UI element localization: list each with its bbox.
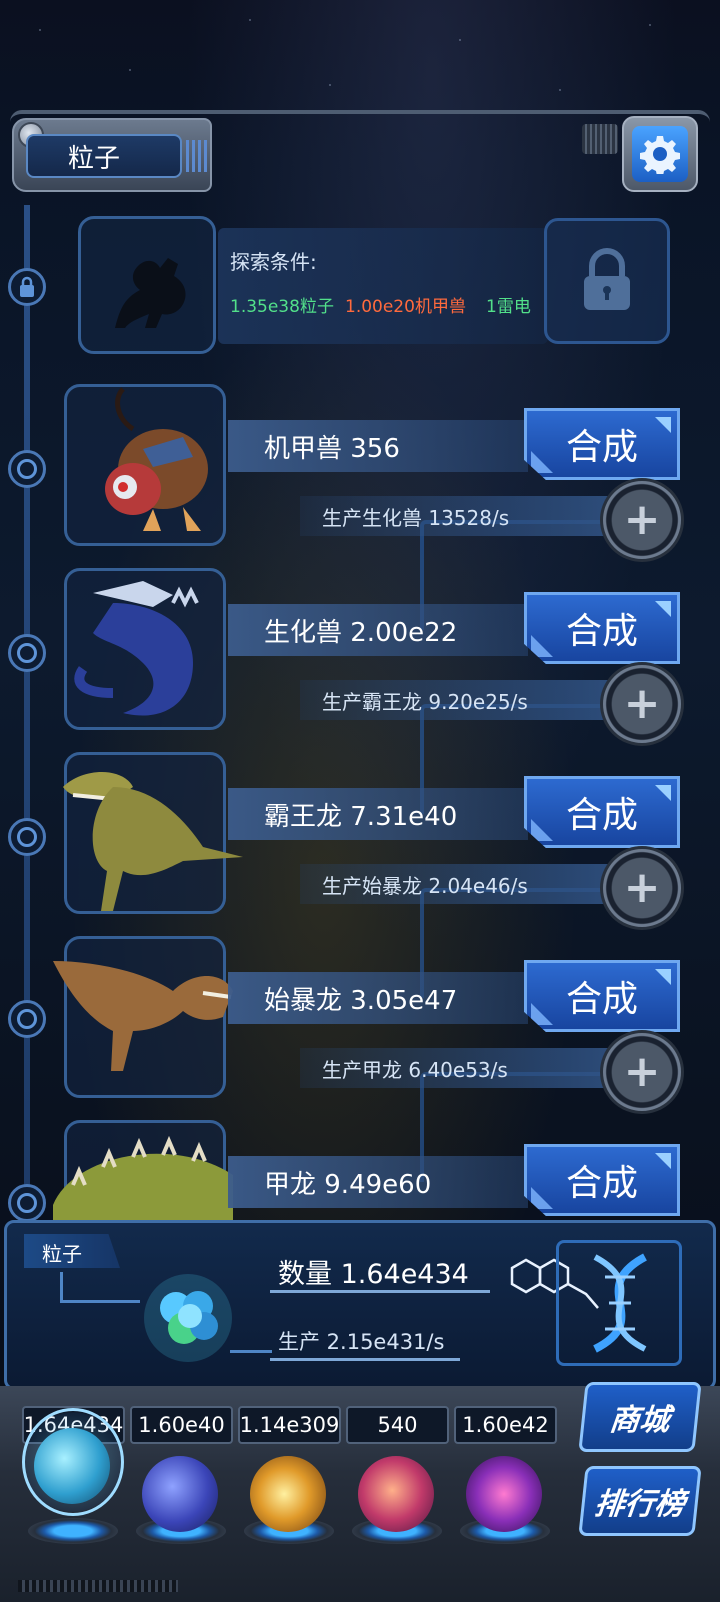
underline-decoration bbox=[270, 1358, 460, 1361]
daspletosaurus-portrait bbox=[53, 936, 233, 1098]
circuit-decoration bbox=[60, 1272, 63, 1302]
bio-beast-icon bbox=[74, 581, 199, 716]
synthesize-button-bio-beast[interactable]: 合成 bbox=[524, 592, 680, 664]
ankylosaurus-portrait bbox=[53, 1120, 233, 1225]
upgrade-button-mech-beast[interactable]: + bbox=[600, 478, 684, 562]
game-screen: 粒子 探索条件: 1.35e38粒子 1.00e20机甲兽 1雷电 机甲兽 35… bbox=[0, 0, 720, 1602]
vent-decoration bbox=[582, 124, 618, 154]
starfield-background bbox=[0, 0, 720, 110]
upgrade-button-daspletosaurus[interactable]: + bbox=[600, 1030, 684, 1114]
unit-name-ankylosaurus: 甲龙 9.49e60 bbox=[228, 1156, 528, 1208]
info-panel-tab: 粒子 bbox=[24, 1234, 120, 1268]
production-rate-daspletosaurus: 生产甲龙 6.40e53/s bbox=[300, 1048, 610, 1088]
synthesize-button-mech-beast[interactable]: 合成 bbox=[524, 408, 680, 480]
synthesize-label: 合成 bbox=[565, 1163, 638, 1204]
rail-node bbox=[8, 818, 46, 856]
vortex-orb-icon[interactable] bbox=[466, 1456, 542, 1532]
condition-mech-beast: 1.00e20机甲兽 bbox=[345, 297, 466, 317]
underline-decoration bbox=[270, 1290, 490, 1293]
rail-node bbox=[8, 634, 46, 672]
rail-node bbox=[8, 1184, 46, 1222]
page-title: 粒子 bbox=[26, 134, 182, 178]
bio-beast-portrait bbox=[64, 568, 226, 730]
particle-count: 数量 1.64e434 bbox=[278, 1259, 469, 1290]
condition-particle: 1.35e38粒子 bbox=[230, 297, 334, 317]
unit-name-bio-beast: 生化兽 2.00e22 bbox=[228, 604, 528, 656]
explore-condition-label: 探索条件: bbox=[230, 250, 317, 274]
resource-value-brain: 540 bbox=[346, 1406, 449, 1444]
upgrade-button-t-rex[interactable]: + bbox=[600, 846, 684, 930]
fire-orb-icon[interactable] bbox=[250, 1456, 326, 1532]
dna-emblem bbox=[556, 1240, 682, 1366]
progress-rail bbox=[24, 205, 30, 1225]
production-rate-mech-beast: 生产生化兽 13528/s bbox=[300, 496, 610, 536]
condition-thunder: 1雷电 bbox=[486, 297, 531, 317]
production-rate-bio-beast: 生产霸王龙 9.20e25/s bbox=[300, 680, 610, 720]
dna-icon bbox=[593, 1253, 647, 1353]
synthesize-label: 合成 bbox=[565, 795, 638, 836]
title-grill-decoration bbox=[186, 140, 208, 172]
vent-decoration bbox=[18, 1580, 178, 1592]
synthesize-button-ankylosaurus[interactable]: 合成 bbox=[524, 1144, 680, 1216]
lock-icon bbox=[8, 268, 46, 306]
unit-name-t-rex: 霸王龙 7.31e40 bbox=[228, 788, 528, 840]
mech-beast-icon bbox=[105, 387, 208, 531]
plus-icon: + bbox=[623, 494, 661, 545]
resource-value-fire: 1.14e309 bbox=[238, 1406, 341, 1444]
unit-name-daspletosaurus: 始暴龙 3.05e47 bbox=[228, 972, 528, 1024]
synthesize-label: 合成 bbox=[565, 427, 638, 468]
silhouette-icon bbox=[115, 258, 186, 328]
synthesize-button-t-rex[interactable]: 合成 bbox=[524, 776, 680, 848]
synthesize-label: 合成 bbox=[565, 979, 638, 1020]
particle-production-rate: 生产 2.15e431/s bbox=[278, 1330, 445, 1354]
plus-icon: + bbox=[623, 1046, 661, 1097]
upgrade-button-bio-beast[interactable]: + bbox=[600, 662, 684, 746]
circuit-decoration bbox=[60, 1300, 140, 1303]
mech-beast-portrait bbox=[64, 384, 226, 546]
ranking-button[interactable]: 排行榜 bbox=[578, 1466, 702, 1536]
gear-icon bbox=[632, 126, 688, 182]
plus-icon: + bbox=[623, 678, 661, 729]
rail-node bbox=[8, 450, 46, 488]
brain-orb-icon[interactable] bbox=[358, 1456, 434, 1532]
unit-name-mech-beast: 机甲兽 356 bbox=[228, 420, 528, 472]
t-rex-portrait bbox=[63, 752, 243, 914]
resource-value-vortex: 1.60e42 bbox=[454, 1406, 557, 1444]
synthesize-label: 合成 bbox=[565, 611, 638, 652]
locked-button[interactable] bbox=[544, 218, 670, 344]
plus-icon: + bbox=[623, 862, 661, 913]
ankylosaurus-icon bbox=[53, 1135, 233, 1225]
orb-pedestal bbox=[28, 1518, 118, 1544]
rail-node bbox=[8, 1000, 46, 1038]
synthesize-button-daspletosaurus[interactable]: 合成 bbox=[524, 960, 680, 1032]
settings-button[interactable] bbox=[622, 116, 698, 192]
padlock-icon bbox=[584, 248, 630, 310]
shop-button[interactable]: 商城 bbox=[578, 1382, 702, 1452]
particle-orb-icon[interactable] bbox=[34, 1428, 110, 1504]
particle-cluster-icon bbox=[144, 1274, 232, 1362]
daspletosaurus-icon bbox=[53, 961, 233, 1071]
locked-unit-portrait bbox=[78, 216, 216, 354]
resource-value-thunder: 1.60e40 bbox=[130, 1406, 233, 1444]
t-rex-icon bbox=[63, 772, 243, 911]
lightning-orb-icon[interactable] bbox=[142, 1456, 218, 1532]
production-rate-t-rex: 生产始暴龙 2.04e46/s bbox=[300, 864, 610, 904]
